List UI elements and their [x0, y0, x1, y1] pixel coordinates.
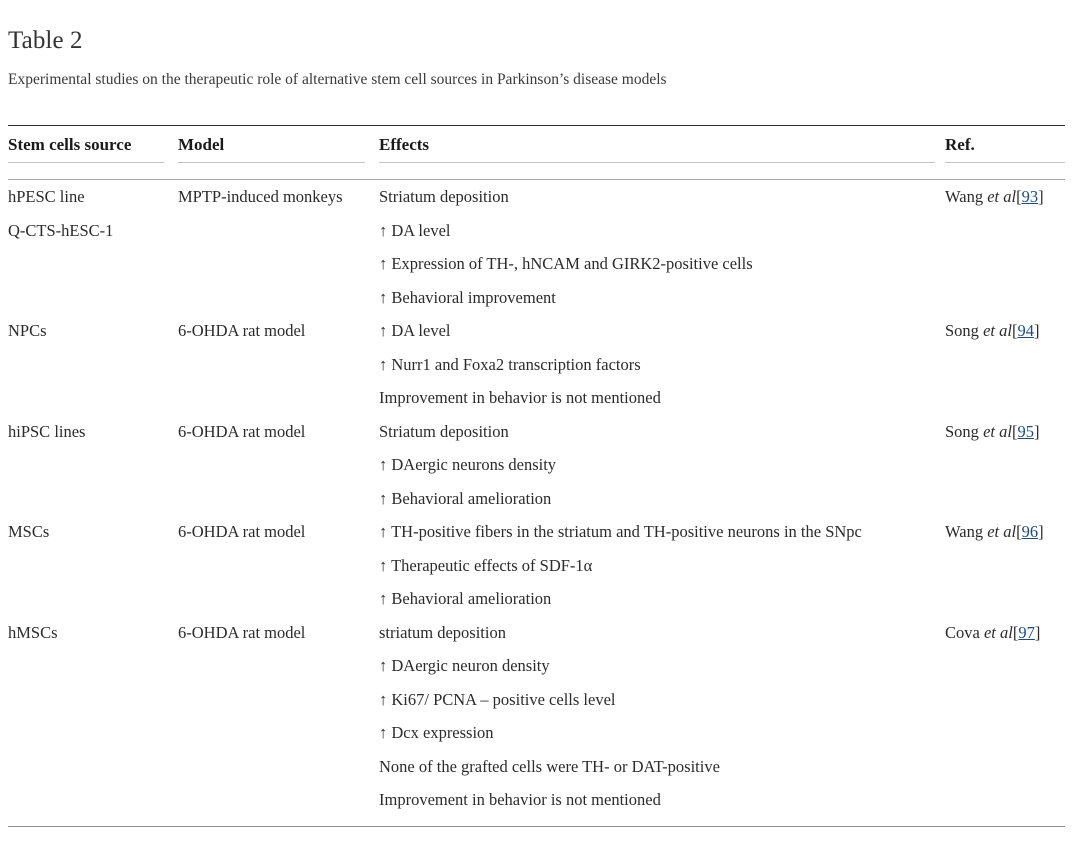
table-label: Table 2: [8, 27, 83, 54]
cell-stem-cells-source: MSCs: [8, 515, 178, 616]
effect-line: ↑ DA level: [379, 220, 451, 240]
column-header-ref: Ref.: [945, 125, 1065, 170]
source-line: hMSCs: [8, 622, 58, 642]
table-bottom-rule: [8, 825, 1065, 827]
cell-stem-cells-source: hPESC line Q-CTS-hESC-1: [8, 180, 178, 315]
effect-line: ↑ Behavioral improvement: [379, 287, 556, 307]
column-header-source: Stem cells source: [8, 125, 178, 170]
header-separator-rule: [8, 170, 1065, 180]
table-page: Table 2 Experimental studies on the ther…: [0, 0, 1081, 851]
cell-effects: striatum deposition ↑ DAergic neuron dens…: [379, 616, 945, 817]
effect-line: ↑ Expression of TH-, hNCAM and GIRK2-pos…: [379, 254, 753, 273]
effect-line: ↑ DAergic neuron density: [379, 656, 550, 675]
effect-line: Improvement in behavior is not mentioned: [379, 790, 661, 809]
table-row: hMSCs 6-OHDA rat model striatum deposition…: [8, 616, 1065, 817]
reference-etal: et al: [983, 321, 1012, 340]
source-line: NPCs: [8, 321, 47, 340]
column-header-model-label: Model: [178, 135, 365, 163]
reference-link[interactable]: 95: [1017, 422, 1034, 441]
reference-link[interactable]: 96: [1022, 522, 1039, 541]
column-header-model: Model: [178, 125, 379, 170]
table-body: hPESC line Q-CTS-hESC-1 MPTP-induced monke…: [8, 170, 1065, 817]
cell-reference: Cova et al[97]: [945, 616, 1065, 817]
cell-reference: Song et al[94]: [945, 314, 1065, 415]
reference-author: Song: [945, 321, 984, 340]
reference-bracket-close: ]: [1038, 522, 1044, 541]
cell-reference: Wang et al[96]: [945, 515, 1065, 616]
column-header-ref-label: Ref.: [945, 135, 1065, 163]
effect-line: ↑ DAergic neurons density: [379, 455, 557, 474]
header-separator-line: [8, 170, 1065, 180]
effect-line: None of the grafted cells were TH- or DA…: [379, 756, 720, 776]
table-row: hiPSC lines 6-OHDA rat model Striatum depo…: [8, 415, 1065, 516]
reference-link[interactable]: 93: [1022, 187, 1039, 206]
table-caption: Experimental studies on the therapeutic …: [8, 71, 667, 88]
header-row: Stem cells source Model Effects Ref.: [8, 125, 1065, 170]
column-header-source-label: Stem cells source: [8, 135, 164, 163]
effect-line: ↑ Dcx expression: [379, 723, 494, 742]
reference-etal: et al: [983, 622, 1013, 642]
column-header-effects-label: Effects: [379, 135, 935, 163]
cell-effects: ↑ DA level ↑ Nurr1 and Foxa2 transcriptio…: [379, 314, 945, 415]
cell-effects: Striatum deposition ↑ DAergic neurons den…: [379, 415, 945, 516]
reference-author: Song: [945, 421, 984, 441]
source-line: hiPSC lines: [8, 421, 86, 441]
reference-etal: et al: [983, 421, 1012, 441]
reference-bracket-close: ]: [1033, 421, 1040, 441]
reference-author: Wang: [945, 522, 988, 541]
cell-stem-cells-source: hMSCs: [8, 616, 178, 817]
effect-line: ↑ Ki67/ PCNA – positive cells level: [379, 689, 616, 709]
cell-model: 6-OHDA rat model: [178, 622, 306, 642]
effect-line: ↑ Behavioral amelioration: [379, 589, 552, 608]
cell-stem-cells-source: hiPSC lines: [8, 415, 178, 516]
effect-line: Striatum deposition: [379, 421, 509, 441]
reference-etal: et al: [987, 522, 1017, 541]
source-line: MSCs: [8, 522, 50, 541]
reference-etal: et al: [987, 187, 1017, 206]
effect-line: ↑ Therapeutic effects of SDF-1α: [379, 555, 593, 575]
reference-author: Wang: [945, 187, 988, 206]
column-header-effects: Effects: [379, 125, 945, 170]
effect-line: Improvement in behavior is not mentioned: [379, 388, 661, 407]
reference-link[interactable]: 94: [1017, 321, 1034, 340]
cell-reference: Wang et al[93]: [945, 180, 1065, 315]
table-row: hPESC line Q-CTS-hESC-1 MPTP-induced monke…: [8, 180, 1065, 315]
effect-line: ↑ DA level: [379, 321, 451, 340]
cell-model: 6-OHDA rat model: [178, 421, 306, 441]
source-line: hPESC line: [8, 187, 85, 206]
table-row: MSCs 6-OHDA rat model ↑ TH-positive fibers…: [8, 515, 1065, 616]
cell-model: 6-OHDA rat model: [178, 522, 306, 541]
source-line: Q-CTS-hESC-1: [8, 220, 114, 240]
cell-effects: ↑ TH-positive fibers in the striatum and…: [379, 515, 945, 616]
reference-author: Cova: [945, 622, 984, 642]
effect-line: ↑ Behavioral amelioration: [379, 488, 552, 508]
effect-line: Striatum deposition: [379, 187, 509, 206]
table-header: Stem cells source Model Effects Ref.: [8, 125, 1065, 170]
cell-effects: Striatum deposition ↑ DA level ↑ Expressio…: [379, 180, 945, 315]
cell-model: 6-OHDA rat model: [178, 321, 306, 340]
reference-bracket-close: ]: [1033, 321, 1040, 340]
effect-line: striatum deposition: [379, 622, 506, 642]
data-table: Stem cells source Model Effects Ref. hPE…: [8, 125, 1065, 817]
cell-model: MPTP-induced monkeys: [178, 187, 343, 206]
effect-line: ↑ TH-positive fibers in the striatum and…: [379, 522, 862, 541]
reference-link[interactable]: 97: [1018, 623, 1035, 642]
reference-bracket-close: ]: [1038, 187, 1044, 206]
effect-line: ↑ Nurr1 and Foxa2 transcription factors: [379, 354, 641, 374]
cell-reference: Song et al[95]: [945, 415, 1065, 516]
reference-bracket-close: ]: [1034, 622, 1041, 642]
cell-stem-cells-source: NPCs: [8, 314, 178, 415]
table-row: NPCs 6-OHDA rat model ↑ DA level ↑ Nurr1 an…: [8, 314, 1065, 415]
